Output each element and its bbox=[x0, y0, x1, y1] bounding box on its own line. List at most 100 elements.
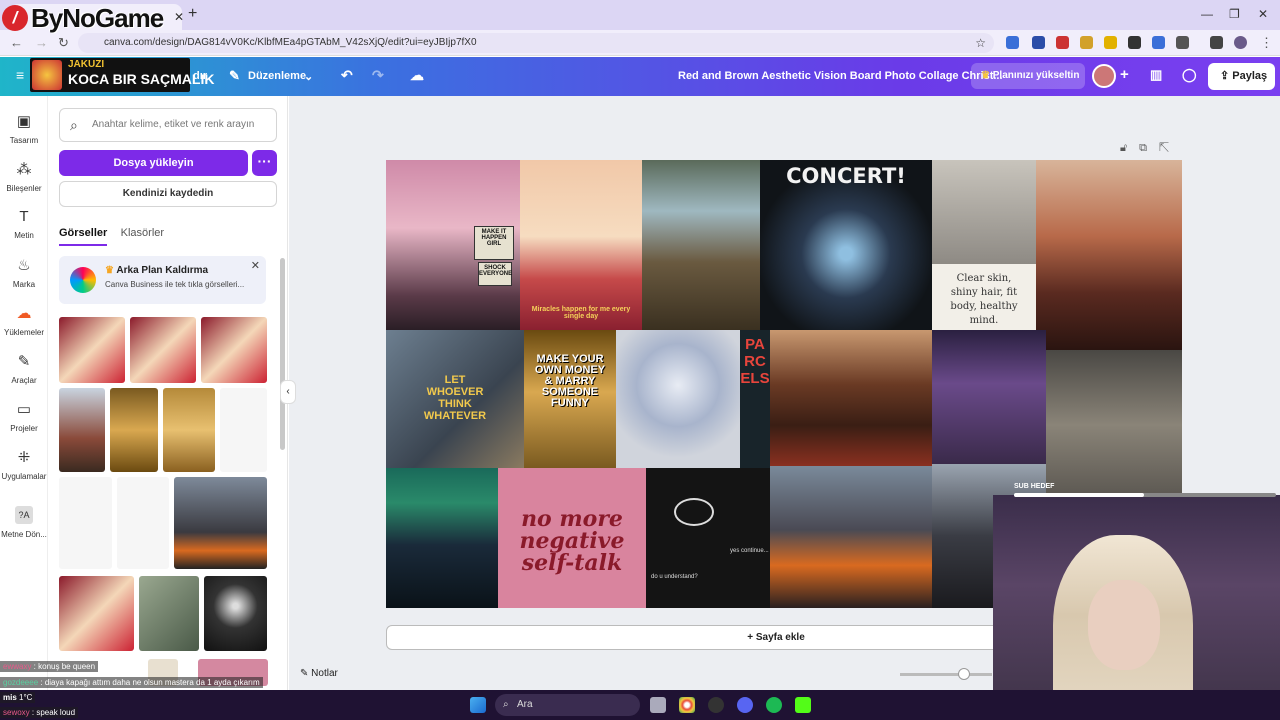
city-night-tile[interactable] bbox=[932, 330, 1046, 464]
rail-item-uploads[interactable]: ☁ Yüklemeler bbox=[0, 304, 48, 337]
chrome-icon[interactable] bbox=[679, 697, 695, 713]
negative-talk-tile[interactable]: no more negative self-talk bbox=[498, 468, 646, 608]
rail-item-apps[interactable]: ⁜ Uygulamalar bbox=[0, 448, 48, 481]
upload-thumbnail[interactable] bbox=[59, 477, 112, 569]
chevron-down-icon[interactable]: ⌄ bbox=[304, 70, 313, 83]
upload-thumbnail[interactable] bbox=[130, 317, 196, 383]
reading-chair-tile[interactable]: LET WHOEVER THINK WHATEVER bbox=[386, 330, 524, 468]
rail-item-tools[interactable]: ✎ Araçlar bbox=[0, 352, 48, 385]
duplicate-icon[interactable]: ⧉ bbox=[1139, 142, 1159, 154]
aurora-tile[interactable] bbox=[386, 468, 498, 608]
add-page-icon[interactable]: ⇱ bbox=[1159, 142, 1181, 154]
url-field[interactable]: canva.com/design/DAG814vV0Kc/KlbfMEa4pGT… bbox=[78, 33, 994, 53]
affirmation-tile[interactable]: Clear skin, shiny hair, fit body, health… bbox=[932, 264, 1036, 330]
reload-icon[interactable]: ↻ bbox=[58, 35, 69, 51]
windows-start-icon[interactable] bbox=[470, 697, 486, 713]
rail-item-text[interactable]: T Metin bbox=[0, 208, 48, 240]
extension-icon[interactable] bbox=[1152, 36, 1165, 49]
minimize-icon[interactable]: — bbox=[1201, 7, 1213, 21]
fitness-tile[interactable] bbox=[1046, 350, 1182, 500]
extension-icon[interactable] bbox=[1128, 36, 1141, 49]
upload-thumbnail[interactable] bbox=[204, 576, 267, 651]
upload-thumbnail[interactable] bbox=[163, 388, 215, 472]
zoom-slider[interactable] bbox=[900, 668, 992, 680]
task-view-icon[interactable] bbox=[650, 697, 666, 713]
more-options-button[interactable]: ··· bbox=[252, 150, 277, 176]
close-icon[interactable]: ✕ bbox=[251, 259, 260, 272]
insights-chart-icon[interactable]: ▥ bbox=[1150, 67, 1162, 83]
rail-label: Projeler bbox=[10, 424, 38, 433]
rail-item-design[interactable]: ▣ Tasarım bbox=[0, 112, 48, 145]
colosseum-wine-tile[interactable] bbox=[1036, 160, 1182, 350]
extension-icon[interactable] bbox=[1056, 36, 1069, 49]
extension-icon[interactable] bbox=[1104, 36, 1117, 49]
add-collaborator-icon[interactable]: + bbox=[1120, 66, 1129, 83]
upgrade-plan-button[interactable]: ♛ Planınızı yükseltin bbox=[971, 63, 1085, 89]
notes-button[interactable]: ✎ Notlar bbox=[300, 668, 338, 679]
upload-thumbnail[interactable] bbox=[59, 317, 125, 383]
outdoor-movie-tile[interactable] bbox=[642, 160, 760, 330]
menu-icon[interactable]: ≡ bbox=[16, 67, 24, 83]
bg-remover-promo-card[interactable]: ♛ Arka Plan Kaldırma Canva Business ile … bbox=[59, 256, 266, 304]
maximize-icon[interactable]: ❐ bbox=[1229, 7, 1240, 21]
close-window-icon[interactable]: ✕ bbox=[1258, 7, 1268, 21]
beach-bonfire-tile[interactable] bbox=[770, 466, 932, 608]
dark-quote-tile[interactable]: yes continue... do u understand? bbox=[646, 468, 770, 608]
record-yourself-button[interactable]: Kendinizi kaydedin bbox=[59, 181, 277, 207]
rail-item-elements[interactable]: ⁂ Bileşenler bbox=[0, 160, 48, 193]
browser-menu-icon[interactable]: ⋮ bbox=[1260, 35, 1273, 51]
panel-scrollbar[interactable] bbox=[280, 258, 285, 450]
user-avatar[interactable] bbox=[1092, 64, 1116, 88]
undo-icon[interactable]: ↶ bbox=[341, 67, 353, 84]
collapse-panel-button[interactable]: ‹ bbox=[280, 380, 296, 404]
logo-mark-icon: / bbox=[2, 5, 28, 31]
download-icon[interactable] bbox=[1210, 36, 1223, 49]
bookmark-star-icon[interactable]: ☆ bbox=[975, 33, 986, 53]
extension-icon[interactable] bbox=[1080, 36, 1093, 49]
flower-bouquet-tile[interactable] bbox=[616, 330, 740, 468]
upload-thumbnail[interactable] bbox=[201, 317, 267, 383]
upload-thumbnail[interactable] bbox=[174, 477, 267, 569]
upload-file-button[interactable]: Dosya yükleyin bbox=[59, 150, 248, 176]
new-tab-icon[interactable]: + bbox=[188, 5, 197, 23]
upload-thumbnail[interactable] bbox=[220, 388, 267, 472]
zoom-slider-knob[interactable] bbox=[958, 668, 970, 680]
extension-icon[interactable] bbox=[1032, 36, 1045, 49]
github-icon[interactable] bbox=[708, 697, 724, 713]
kick-icon[interactable] bbox=[795, 697, 811, 713]
redo-icon[interactable]: ↷ bbox=[372, 67, 384, 84]
share-button[interactable]: ⇪ Paylaş bbox=[1208, 63, 1275, 90]
design-title[interactable]: Red and Brown Aesthetic Vision Board Pho… bbox=[678, 70, 1003, 82]
comment-icon[interactable]: ◯ bbox=[1182, 67, 1197, 83]
upload-thumbnail[interactable] bbox=[110, 388, 158, 472]
upload-thumbnail[interactable] bbox=[139, 576, 199, 651]
translate-extension-icon[interactable] bbox=[1006, 36, 1019, 49]
boxing-gloves-tile[interactable] bbox=[932, 160, 1036, 264]
tab-folders[interactable]: Klasörler bbox=[121, 227, 164, 244]
money-tile[interactable]: MAKE YOUR OWN MONEY & MARRY SOMEONE FUNN… bbox=[524, 330, 616, 468]
cherry-blossom-tile[interactable]: MAKE IT HAPPEN GIRL SHOCK EVERYONE bbox=[386, 160, 520, 330]
upload-thumbnail[interactable] bbox=[59, 576, 134, 651]
rail-item-brand[interactable]: ♨ Marka bbox=[0, 256, 48, 289]
ferris-wheel-tile[interactable] bbox=[770, 330, 932, 466]
rail-item-text-convert[interactable]: ?A Metne Dön... bbox=[0, 506, 48, 539]
parcels-tile[interactable]: PARCELS bbox=[740, 330, 770, 468]
lock-icon[interactable]: 🔓︎ bbox=[1120, 142, 1139, 154]
spotify-icon[interactable] bbox=[766, 697, 782, 713]
cartoon-blonde-tile[interactable]: Miracles happen for me every single day bbox=[520, 160, 642, 330]
tab-images[interactable]: Görseller bbox=[59, 227, 108, 246]
taskbar-search[interactable]: ⌕ Ara bbox=[495, 694, 640, 716]
tab-close-icon[interactable]: ✕ bbox=[174, 10, 184, 24]
extensions-puzzle-icon[interactable] bbox=[1176, 36, 1189, 49]
search-input[interactable]: ⌕ Anahtar kelime, etiket ve renk arayın bbox=[59, 108, 277, 142]
upload-thumbnail[interactable] bbox=[117, 477, 169, 569]
upload-thumbnail[interactable] bbox=[59, 388, 105, 472]
back-icon[interactable]: ← bbox=[10, 35, 23, 50]
cloud-saved-icon[interactable]: ☁ bbox=[410, 67, 424, 84]
edit-mode-button[interactable]: Düzenleme bbox=[248, 70, 306, 82]
rail-item-projects[interactable]: ▭ Projeler bbox=[0, 400, 48, 433]
discord-icon[interactable] bbox=[737, 697, 753, 713]
concert-tile[interactable]: CONCERT! bbox=[760, 160, 932, 330]
profile-avatar[interactable] bbox=[1234, 36, 1247, 49]
forward-icon[interactable]: → bbox=[35, 35, 48, 50]
